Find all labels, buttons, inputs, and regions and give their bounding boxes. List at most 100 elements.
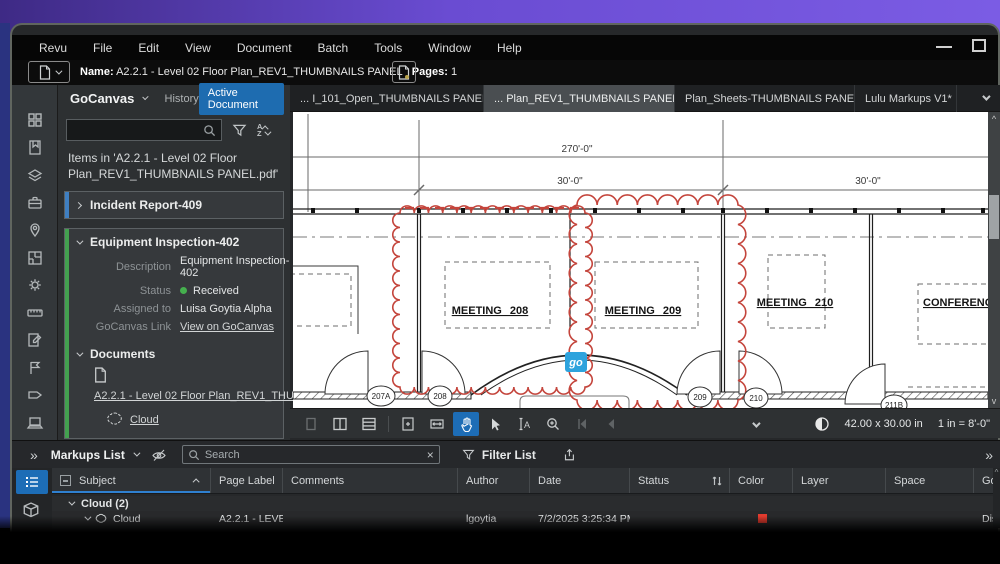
markups-table-header: Subject Page Label Comments Author Date … — [52, 468, 1000, 494]
toolbar-more-dropdown[interactable] — [752, 415, 761, 433]
chevron-down-icon — [752, 418, 761, 428]
menu-batch[interactable]: Batch — [305, 41, 362, 55]
chevron-right-icon[interactable] — [74, 201, 83, 209]
tab-history[interactable]: History — [165, 93, 199, 105]
card-title: Equipment Inspection-402 — [90, 235, 240, 250]
menu-window[interactable]: Window — [415, 41, 484, 55]
gocanvas-marker[interactable]: go — [565, 352, 587, 372]
chevron-down-icon[interactable] — [133, 449, 141, 457]
split-view-button[interactable] — [356, 412, 382, 436]
spaces-pin-panel-icon[interactable] — [26, 221, 44, 239]
tab-document-4[interactable]: Lulu Markups V1* — [855, 85, 957, 112]
sort-az-icon[interactable]: A Z — [257, 122, 272, 138]
chevron-down-icon[interactable] — [84, 513, 92, 521]
markups-group-row-cloud[interactable]: Cloud (2) — [52, 496, 1000, 511]
markups-search-box[interactable]: × — [181, 445, 440, 464]
select-tool-button[interactable] — [482, 412, 508, 436]
collapse-panel-icon[interactable]: » — [985, 447, 1000, 463]
chevron-down-icon[interactable] — [68, 498, 76, 506]
document-menu-button[interactable] — [28, 61, 70, 83]
view-on-gocanvas-link[interactable]: View on GoCanvas — [180, 321, 274, 333]
column-header-page-label[interactable]: Page Label — [211, 468, 283, 493]
clear-search-icon[interactable]: × — [427, 448, 434, 462]
canvas-scrollbar[interactable]: ^ v — [988, 112, 1000, 408]
scroll-down-icon[interactable]: v — [988, 395, 1000, 407]
expand-panel-icon[interactable]: » — [30, 447, 38, 463]
column-header-layer[interactable]: Layer — [793, 468, 886, 493]
tab-document-1[interactable]: ... I_101_Open_THUMBNAILS PANEL — [290, 85, 484, 112]
tool-chest-panel-icon[interactable] — [26, 194, 44, 212]
zoom-tool-button[interactable] — [540, 412, 566, 436]
menu-file[interactable]: File — [80, 41, 125, 55]
sort-z: Z — [257, 129, 262, 138]
column-header-color[interactable]: Color — [730, 468, 793, 493]
signatures-flag-panel-icon[interactable] — [26, 359, 44, 377]
filter-list-button[interactable]: Filter List — [462, 448, 536, 462]
markups-row-cloud[interactable]: Cloud A2.2.1 - LEVE... lgoytia 7/2/2025 … — [52, 511, 1000, 526]
measurements-ruler-panel-icon[interactable] — [26, 304, 44, 322]
thumbnails-panel-icon[interactable] — [26, 111, 44, 129]
single-page-view-button[interactable] — [298, 412, 324, 436]
3d-model-tree-button[interactable] — [20, 500, 42, 527]
device-panel-icon[interactable] — [26, 414, 44, 432]
markups-scrollbar[interactable]: ^ — [993, 468, 1000, 528]
select-all-checkbox[interactable] — [60, 475, 71, 486]
column-header-subject[interactable]: Subject — [52, 468, 211, 493]
scroll-up-icon[interactable]: ^ — [988, 113, 1000, 125]
funnel-icon — [462, 449, 475, 460]
maximize-button[interactable] — [972, 39, 986, 52]
properties-gear-panel-icon[interactable] — [26, 276, 44, 294]
scrollbar-thumb[interactable] — [989, 195, 999, 239]
status-filter-icon[interactable] — [711, 475, 723, 487]
floorplan-panel-icon[interactable] — [26, 249, 44, 267]
fit-page-button[interactable] — [395, 412, 421, 436]
column-header-date[interactable]: Date — [530, 468, 630, 493]
export-share-icon[interactable] — [562, 447, 576, 462]
column-header-status[interactable]: Status — [630, 468, 730, 493]
document-link[interactable]: A2.2.1 - Level 02 Floor Plan_REV1_THUMBN… — [94, 390, 300, 402]
color-swatch[interactable] — [758, 514, 767, 523]
column-header-comments[interactable]: Comments — [283, 468, 458, 493]
minimize-button[interactable] — [936, 46, 952, 48]
menu-document[interactable]: Document — [224, 41, 305, 55]
menu-view[interactable]: View — [172, 41, 224, 55]
pdf-canvas[interactable]: 270'-0" 30'-0" 30'-0" go 207A 208 209 21… — [293, 112, 988, 408]
side-by-side-view-button[interactable] — [327, 412, 353, 436]
layers-panel-icon[interactable] — [26, 166, 44, 184]
select-text-button[interactable]: A — [511, 412, 537, 436]
pan-tool-button[interactable] — [453, 411, 479, 436]
new-page-button[interactable] — [392, 61, 416, 83]
tab-list-dropdown[interactable] — [957, 85, 1000, 111]
tab-document-3[interactable]: Plan_Sheets-THUMBNAILS PANEL — [675, 85, 855, 112]
menu-edit[interactable]: Edit — [125, 41, 172, 55]
cloud-link[interactable]: Cloud — [130, 414, 159, 426]
tag-panel-icon[interactable] — [26, 386, 44, 404]
hide-markups-eye-slash-icon[interactable] — [150, 448, 168, 462]
tab-document-2-active[interactable]: ... Plan_REV1_THUMBNAILS PANEL* × — [484, 85, 675, 112]
markups-list-title[interactable]: Markups List — [51, 448, 125, 462]
gocanvas-search-input[interactable] — [66, 119, 222, 141]
column-header-author[interactable]: Author — [458, 468, 530, 493]
group-subject: Cloud (2) — [81, 497, 129, 510]
contrast-icon[interactable] — [814, 416, 830, 432]
card-incident-report[interactable]: Incident Report-409 — [64, 191, 284, 220]
menu-help[interactable]: Help — [484, 41, 535, 55]
previous-page-button[interactable] — [598, 412, 624, 436]
markups-list-view-button[interactable] — [16, 470, 48, 494]
chevron-down-icon[interactable] — [76, 237, 84, 245]
svg-text:A: A — [524, 420, 530, 430]
bookmarks-panel-icon[interactable] — [26, 139, 44, 157]
menu-tools[interactable]: Tools — [361, 41, 415, 55]
chevron-down-icon[interactable] — [76, 349, 84, 357]
markup-summary-panel-icon[interactable] — [26, 331, 44, 349]
chevron-down-icon[interactable] — [142, 93, 150, 101]
first-page-button[interactable] — [569, 412, 595, 436]
fit-width-button[interactable] — [424, 412, 450, 436]
card-equipment-inspection[interactable]: Equipment Inspection-402 Description Equi… — [64, 228, 300, 440]
tab-active-document[interactable]: Active Document — [198, 82, 284, 115]
menu-revu[interactable]: Revu — [26, 41, 80, 55]
filter-icon[interactable] — [232, 123, 247, 137]
markups-search-input[interactable] — [204, 448, 422, 461]
column-header-space[interactable]: Space — [886, 468, 974, 493]
sort-ascending-icon[interactable] — [192, 478, 200, 486]
